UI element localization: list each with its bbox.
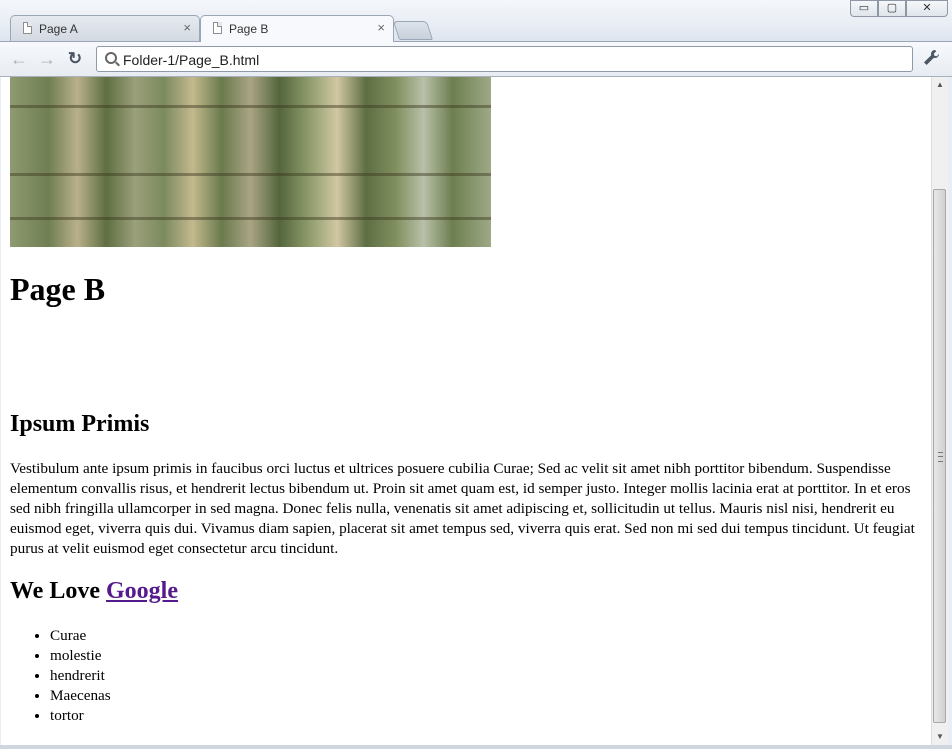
list-item: Curae	[50, 626, 111, 646]
tab-page-a[interactable]: Page A ×	[10, 15, 200, 41]
love-prefix: We Love	[10, 578, 106, 604]
page-icon	[23, 22, 32, 34]
list-item: molestie	[50, 646, 111, 666]
page-icon	[213, 22, 222, 34]
grip-icon	[938, 452, 943, 462]
address-url[interactable]: Folder-1/Page_B.html	[123, 52, 259, 68]
wrench-icon	[924, 50, 939, 65]
page-title: Page B	[10, 271, 106, 307]
new-tab-button[interactable]	[392, 21, 434, 40]
maximize-button[interactable]: ▢	[878, 0, 906, 17]
window-bottom-frame	[0, 745, 952, 749]
vertical-scrollbar[interactable]: ▲ ▼	[931, 77, 948, 745]
address-bar[interactable]: Folder-1/Page_B.html	[96, 46, 913, 72]
tab-page-b[interactable]: Page B ×	[200, 15, 394, 42]
page-viewport[interactable]: Page B Ipsum Primis Vestibulum ante ipsu…	[1, 77, 931, 745]
wrench-menu-button[interactable]	[920, 49, 942, 69]
section-heading: Ipsum Primis	[10, 411, 150, 437]
item-list: Curae molestie hendrerit Maecenas tortor	[10, 626, 111, 726]
tab-close-icon[interactable]: ×	[377, 20, 385, 35]
title-bar: Page A × Page B × ▭ ▢ ✕	[0, 0, 952, 42]
tab-close-icon[interactable]: ×	[183, 20, 191, 35]
minimize-button[interactable]: ▭	[850, 0, 878, 17]
close-window-button[interactable]: ✕	[906, 0, 948, 17]
list-item: hendrerit	[50, 666, 111, 686]
list-item: Maecenas	[50, 686, 111, 706]
scroll-down-arrow-icon[interactable]: ▼	[932, 729, 948, 745]
love-heading: We Love Google	[10, 578, 178, 605]
back-button[interactable]: ←	[8, 48, 30, 70]
body-paragraph: Vestibulum ante ipsum primis in faucibus…	[10, 460, 915, 557]
reload-button[interactable]: ↻	[64, 48, 86, 70]
scrollbar-thumb[interactable]	[933, 189, 946, 723]
bamboo-image	[10, 77, 491, 247]
tab-label: Page A	[39, 22, 78, 36]
toolbar: ← → ↻ Folder-1/Page_B.html	[0, 41, 952, 77]
scroll-up-arrow-icon[interactable]: ▲	[932, 77, 948, 93]
google-link[interactable]: Google	[106, 578, 178, 604]
list-item: tortor	[50, 706, 111, 726]
search-icon	[105, 52, 117, 64]
forward-button[interactable]: →	[36, 48, 58, 70]
tab-label: Page B	[229, 22, 269, 36]
